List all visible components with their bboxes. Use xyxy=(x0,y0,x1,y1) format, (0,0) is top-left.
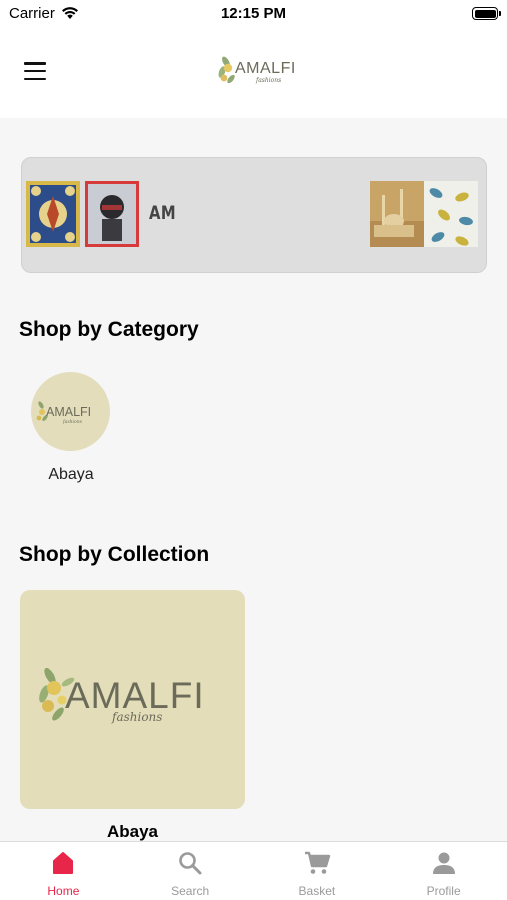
tab-basket[interactable]: Basket xyxy=(254,842,381,900)
svg-text:fashions: fashions xyxy=(111,710,162,724)
amalfi-logo: AMALFI fashions xyxy=(39,667,204,724)
hamburger-icon xyxy=(24,62,46,65)
portrait-image xyxy=(85,181,139,247)
svg-text:fashions: fashions xyxy=(62,419,83,425)
home-icon xyxy=(53,852,74,874)
svg-text:AMALFI: AMALFI xyxy=(46,405,91,419)
category-item-abaya[interactable]: AMALFI fashions Abaya xyxy=(31,372,111,492)
amalfi-logo: AMALFI fashions xyxy=(36,401,91,425)
tab-profile-label: Profile xyxy=(426,884,461,898)
tab-home-label: Home xyxy=(47,884,80,898)
mosque-image xyxy=(370,181,424,247)
search-icon xyxy=(179,852,202,875)
tab-home[interactable]: Home xyxy=(0,842,127,900)
clock: 12:15 PM xyxy=(220,5,287,22)
tab-search[interactable]: Search xyxy=(127,842,254,900)
menu-button[interactable] xyxy=(22,60,48,82)
category-image: AMALFI fashions xyxy=(31,372,110,451)
tab-profile[interactable]: Profile xyxy=(380,842,507,900)
svg-text:AMALFI: AMALFI xyxy=(235,60,296,77)
bottom-tab-bar: Home Search Basket Profile xyxy=(0,841,507,900)
category-section-title: Shop by Category xyxy=(19,318,199,341)
tab-basket-label: Basket xyxy=(298,884,336,898)
tab-search-label: Search xyxy=(171,884,210,898)
tile-pattern-image xyxy=(26,181,80,247)
svg-text:fashions: fashions xyxy=(255,77,281,84)
paisley-pattern-image xyxy=(424,181,478,247)
battery-icon xyxy=(472,7,501,20)
status-bar: Carrier 12:15 PM xyxy=(0,0,507,30)
amalfi-logo: AMALFI fashions xyxy=(218,56,296,84)
cart-icon xyxy=(304,851,331,874)
profile-icon xyxy=(432,852,455,874)
category-label: Abaya xyxy=(48,466,94,483)
banner-text: AM xyxy=(149,202,177,224)
promo-banner[interactable]: AM xyxy=(21,157,487,273)
collection-label: Abaya xyxy=(106,822,159,841)
collection-card-abaya[interactable]: AMALFI fashions xyxy=(20,590,245,809)
collection-section-title: Shop by Collection xyxy=(19,543,210,566)
app-header: AMALFI fashions xyxy=(0,30,507,118)
